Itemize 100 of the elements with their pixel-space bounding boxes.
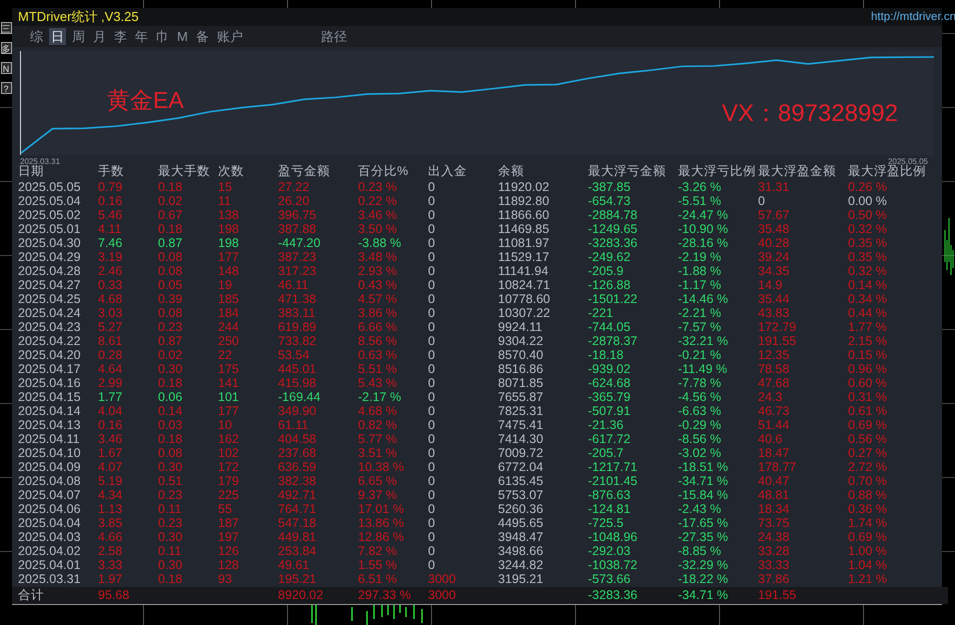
tab[interactable]: 年 <box>133 28 150 45</box>
table-cell: 12.86 % <box>358 530 404 544</box>
table-cell: 0 <box>428 278 435 292</box>
table-cell: 5.43 % <box>358 376 397 390</box>
table-cell: -2.17 % <box>358 390 402 404</box>
table-cell: 197 <box>218 530 239 544</box>
table-cell: 0.28 <box>98 348 122 362</box>
table-cell: 3.46 % <box>358 208 397 222</box>
table-cell: 0.05 <box>158 278 182 292</box>
table-cell: 5.19 <box>98 474 122 488</box>
toolbar-button[interactable]: N <box>0 62 12 74</box>
table-cell: 2025.04.25 <box>18 292 81 306</box>
table-cell: 11 <box>218 194 231 208</box>
table-cell: 35.44 <box>758 292 790 306</box>
tab[interactable]: 巾 <box>154 28 171 45</box>
table-cell: 7009.72 <box>498 446 544 460</box>
table-cell: 195.21 <box>278 572 316 586</box>
window-title: MTDriver统计 ,V3.25 <box>18 8 139 26</box>
table-cell: 3.48 % <box>358 250 397 264</box>
table-cell: 0.23 % <box>358 180 397 194</box>
table-cell: 46.11 <box>278 278 308 292</box>
tab[interactable]: 周 <box>70 28 87 45</box>
table-cell: 2.15 % <box>848 334 887 348</box>
table-cell: 4.57 % <box>358 292 397 306</box>
tab[interactable]: 月 <box>91 28 108 45</box>
tab[interactable]: 账户 <box>214 28 245 45</box>
table-cell: -387.85 <box>588 180 630 194</box>
table-cell: 126 <box>218 544 239 558</box>
table-cell: 26.20 <box>278 194 310 208</box>
table-cell: 2025.04.20 <box>18 348 81 362</box>
table-cell: 33.33 <box>758 558 790 572</box>
table-cell: 2025.04.16 <box>18 376 81 390</box>
axis-label: 2025.05.05 <box>888 156 928 166</box>
table-cell: 10307.22 <box>498 306 550 320</box>
table-cell: 2025.04.23 <box>18 320 81 334</box>
table-cell: -8.85 % <box>678 544 722 558</box>
table-cell: 5753.07 <box>498 488 544 502</box>
path-button[interactable]: 路径 <box>318 28 349 45</box>
table-cell: 0 <box>428 320 435 334</box>
table-cell: 636.59 <box>278 460 316 474</box>
table-cell: 4.11 <box>98 222 122 236</box>
table-cell: 449.81 <box>278 530 316 544</box>
table-cell: 11920.02 <box>498 180 550 194</box>
table-cell: 1.55 % <box>358 558 397 572</box>
toolbar-button[interactable]: ? <box>0 82 12 94</box>
table-cell: 0.69 % <box>848 530 887 544</box>
table-cell: 2.72 % <box>848 460 887 474</box>
table-cell: 0 <box>428 376 435 390</box>
table-cell: 138 <box>218 208 239 222</box>
tab[interactable]: M <box>175 28 190 45</box>
table-cell: 3.50 % <box>358 222 397 236</box>
table-cell: 2025.04.29 <box>18 250 81 264</box>
website-link[interactable]: http://mtdriver.cn <box>870 11 955 23</box>
table-cell: 349.90 <box>278 404 316 418</box>
table-cell: 253.84 <box>278 544 316 558</box>
table-cell: 7414.30 <box>498 432 544 446</box>
table-cell: -624.68 <box>588 376 630 390</box>
table-cell: 15 <box>218 180 232 194</box>
table-cell: 6772.04 <box>498 460 544 474</box>
table-cell: 619.89 <box>278 320 316 334</box>
tab[interactable]: 日 <box>49 28 66 45</box>
toolbar-button[interactable]: 多 <box>0 42 12 54</box>
table-cell: -2.21 % <box>678 306 722 320</box>
table-cell: 0 <box>428 348 435 362</box>
table-cell: 2025.04.28 <box>18 264 81 278</box>
table-cell: 0.30 <box>158 558 182 572</box>
table-cell: -1.88 % <box>678 264 722 278</box>
table-cell: 2025.04.22 <box>18 334 81 348</box>
table-cell: 2025.04.02 <box>18 544 81 558</box>
table-cell: 0.61 % <box>848 404 887 418</box>
table-cell: 11529.17 <box>498 250 550 264</box>
table-cell: 0.18 <box>158 222 182 236</box>
table-cell: 3.46 <box>98 432 122 446</box>
table-cell: 178.77 <box>758 460 796 474</box>
table-cell: 3.33 <box>98 558 122 572</box>
table-cell: -4.56 % <box>678 390 722 404</box>
table-cell: 0 <box>428 208 435 222</box>
table-cell: 0.56 % <box>848 432 887 446</box>
table-cell: 237.68 <box>278 446 316 460</box>
table-cell: -617.72 <box>588 432 630 446</box>
table-cell: 4.68 <box>98 292 122 306</box>
tab[interactable]: 综 <box>28 28 45 45</box>
table-cell: 2025.04.13 <box>18 418 81 432</box>
table-cell: 4.07 <box>98 460 122 474</box>
table-cell: 0 <box>428 516 435 530</box>
tab[interactable]: 李 <box>112 28 129 45</box>
table-cell: 0 <box>428 404 435 418</box>
table-cell: 11892.80 <box>498 194 550 208</box>
table-cell: 0.18 <box>158 376 182 390</box>
table-cell: -2.19 % <box>678 250 722 264</box>
table-cell: 0.31 % <box>848 390 887 404</box>
axis-label: 2025.03.31 <box>20 156 60 166</box>
table-cell: 0.79 <box>98 180 122 194</box>
tab[interactable]: 备 <box>194 28 211 45</box>
table-cell: -11.49 % <box>678 362 728 376</box>
table-cell: 2025.04.17 <box>18 362 81 376</box>
table-cell: 250 <box>218 334 239 348</box>
table-cell: 471.38 <box>278 292 316 306</box>
table-cell: 2025.04.27 <box>18 278 81 292</box>
table-cell: 547.18 <box>278 516 316 530</box>
